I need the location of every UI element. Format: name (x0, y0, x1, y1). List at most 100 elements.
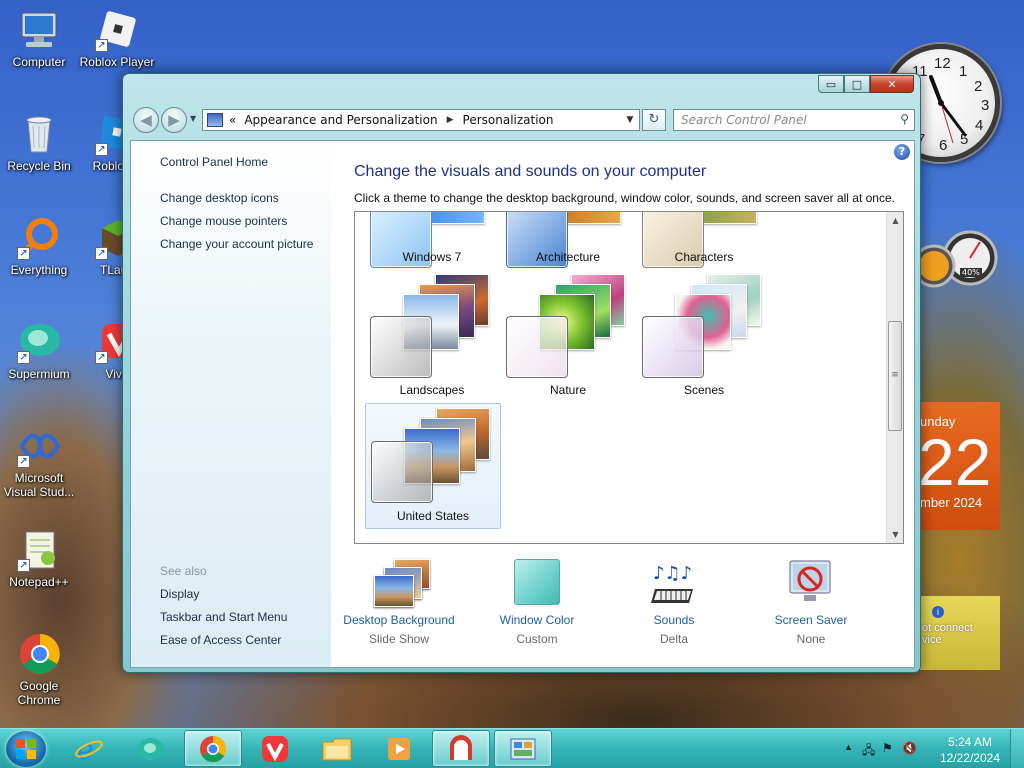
maximize-button[interactable]: □ (844, 75, 870, 93)
close-button[interactable]: ✕ (870, 75, 914, 93)
recent-pages-dropdown[interactable]: ▼ (190, 114, 196, 123)
screen-saver-item[interactable]: Screen Saver None (746, 559, 876, 646)
show-desktop-button[interactable] (1010, 729, 1024, 768)
computer-icon (15, 8, 63, 52)
sounds-link[interactable]: Sounds (609, 613, 739, 627)
taskbar: e ▲ 🖧 ⚑ 🔇 5:24 AM 12/22/2024 (0, 728, 1024, 768)
refresh-button[interactable]: ↻ (642, 109, 666, 131)
action-center-flag-icon[interactable]: ⚑ (882, 741, 893, 755)
theme-color-swatch (371, 441, 433, 503)
chrome-icon (15, 632, 63, 676)
address-dropdown-icon[interactable]: ▼ (621, 115, 639, 125)
scroll-down-button[interactable]: ▼ (887, 526, 903, 543)
desktop-icon-label: Notepad++ (9, 575, 69, 589)
personalization-window: ▭ □ ✕ ◀ ▶ ▼ « Appearance and Personaliza… (122, 73, 921, 673)
window-color-link[interactable]: Window Color (472, 613, 602, 627)
desktop-icon-chrome[interactable]: Google Chrome (0, 632, 78, 707)
tray-expand-icon[interactable]: ▲ (844, 742, 853, 752)
taskbar-media-player[interactable] (370, 730, 428, 767)
ease-of-access-link[interactable]: Ease of Access Center (160, 633, 281, 647)
change-mouse-pointers-link[interactable]: Change mouse pointers (160, 214, 287, 228)
taskbar-internet-explorer[interactable]: e (60, 730, 118, 767)
taskbar-vivaldi[interactable] (246, 730, 304, 767)
theme-windows-7[interactable]: Windows 7 (365, 212, 499, 268)
desktop-icon-recycle-bin[interactable]: Recycle Bin (0, 112, 78, 173)
see-also-header: See also (160, 564, 207, 578)
theme-landscapes[interactable]: Landscapes (365, 270, 499, 397)
taskbar-paint[interactable] (432, 730, 490, 767)
network-tray-icon[interactable]: 🖧 (862, 741, 875, 762)
address-bar[interactable]: « Appearance and Personalization ▶ Perso… (202, 109, 640, 131)
theme-list[interactable]: Windows 7 Architecture Characters Landsc… (354, 211, 904, 544)
shortcut-arrow-icon: ↗ (95, 143, 108, 156)
desktop-icon-supermium[interactable]: ↗ Supermium (0, 320, 78, 381)
volume-muted-icon[interactable]: 🔇 (902, 741, 917, 755)
desktop-icon-label: Google Chrome (17, 679, 61, 707)
taskbar-control-panel[interactable] (494, 730, 552, 767)
minimize-button[interactable]: ▭ (818, 75, 844, 93)
window-client-area: Control Panel Home Change desktop icons … (130, 140, 915, 668)
roblox-icon: ↗ (93, 8, 141, 52)
change-account-picture-link[interactable]: Change your account picture (160, 237, 313, 251)
desktop-icon-everything[interactable]: ↗ Everything (0, 216, 78, 277)
scroll-up-button[interactable]: ▲ (887, 212, 903, 229)
taskbar-supermium[interactable] (122, 730, 180, 767)
scroll-down-icon: ▼ (892, 530, 899, 539)
help-button[interactable]: ? (894, 144, 910, 160)
theme-list-scrollbar[interactable]: ▲ ≡ ▼ (886, 212, 903, 543)
taskbar-chrome[interactable] (184, 730, 242, 767)
caption-buttons: ▭ □ ✕ (818, 75, 914, 93)
file-explorer-icon (322, 738, 352, 760)
tray-clock[interactable]: 5:24 AM 12/22/2024 (940, 734, 1000, 766)
control-panel-home-link[interactable]: Control Panel Home (160, 155, 268, 169)
display-link[interactable]: Display (160, 587, 199, 601)
control-panel-icon (510, 738, 536, 759)
change-desktop-icons-link[interactable]: Change desktop icons (160, 191, 279, 205)
close-icon: ✕ (887, 77, 897, 91)
taskbar-start-menu-link[interactable]: Taskbar and Start Menu (160, 610, 287, 624)
desktop-icon-roblox-player[interactable]: ↗ Roblox Player (78, 8, 156, 69)
breadcrumb-personalization[interactable]: Personalization (463, 113, 554, 127)
theme-characters[interactable]: Characters (637, 212, 771, 268)
sounds-value: Delta (659, 632, 688, 646)
desktop-background-link[interactable]: Desktop Background (334, 613, 464, 627)
cpu-meter-gadget[interactable]: 40% (912, 226, 1000, 296)
taskbar-file-explorer[interactable] (308, 730, 366, 767)
desktop-icon-label: Supermium (8, 367, 70, 381)
theme-united-states[interactable]: United States (365, 403, 501, 529)
calendar-gadget[interactable]: unday 22 mber 2024 (918, 402, 1000, 530)
shortcut-arrow-icon: ↗ (95, 351, 108, 364)
left-task-pane: Control Panel Home Change desktop icons … (131, 141, 331, 667)
theme-nature[interactable]: Nature (501, 270, 635, 397)
forward-arrow-icon: ▶ (168, 111, 180, 129)
window-color-item[interactable]: Window Color Custom (472, 559, 602, 646)
breadcrumb-appearance[interactable]: Appearance and Personalization (244, 113, 437, 127)
forward-button[interactable]: ▶ (161, 107, 187, 133)
breadcrumb-overflow[interactable]: « (229, 113, 236, 127)
start-button[interactable] (6, 731, 46, 767)
theme-label: Characters (674, 250, 734, 264)
desktop-background-item[interactable]: Desktop Background Slide Show (334, 559, 464, 646)
screen-saver-link[interactable]: Screen Saver (746, 613, 876, 627)
page-subtitle: Click a theme to change the desktop back… (354, 191, 895, 205)
page-title: Change the visuals and sounds on your co… (354, 163, 707, 180)
desktop-icon-notepadpp[interactable]: ↗ Notepad++ (0, 528, 78, 589)
theme-label: Landscapes (399, 383, 465, 397)
scroll-thumb[interactable]: ≡ (888, 321, 902, 431)
desktop-icon-computer[interactable]: Computer (0, 8, 78, 69)
theme-scenes[interactable]: Scenes (637, 270, 771, 397)
help-icon: ? (898, 145, 906, 158)
search-input[interactable]: Search Control Panel ⚲ (673, 109, 915, 131)
svg-text:♪♫♪: ♪♫♪ (653, 563, 692, 584)
theme-color-swatch (370, 316, 432, 378)
breadcrumb-separator-icon[interactable]: ▶ (447, 115, 454, 125)
sounds-item[interactable]: ♪♫♪ Sounds Delta (609, 559, 739, 646)
search-icon[interactable]: ⚲ (900, 112, 909, 126)
media-player-icon (388, 737, 410, 760)
network-gadget[interactable]: i ot connect vice (918, 596, 1000, 670)
vivaldi-icon (262, 735, 288, 762)
theme-architecture[interactable]: Architecture (501, 212, 635, 268)
tray-date: 12/22/2024 (939, 751, 1000, 765)
desktop-icon-visual-studio[interactable]: ↗ Microsoft Visual Stud... (0, 424, 78, 499)
back-button[interactable]: ◀ (133, 107, 159, 133)
